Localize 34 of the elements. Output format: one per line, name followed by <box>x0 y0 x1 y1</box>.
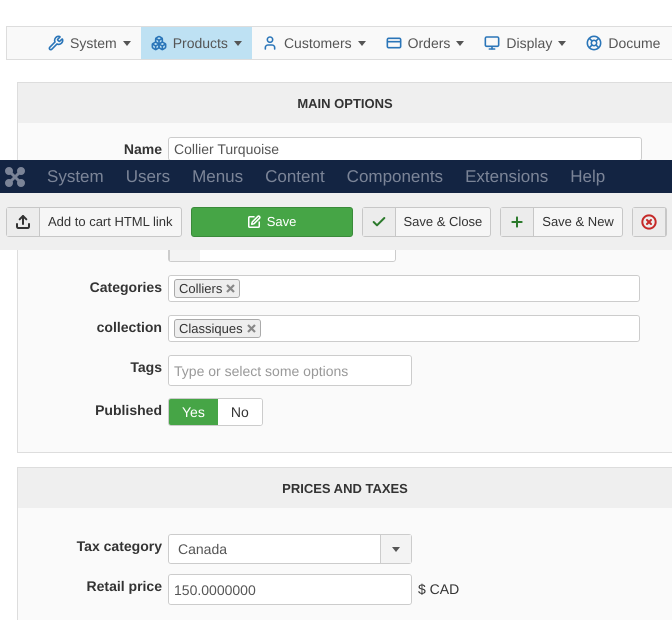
toolbar-button[interactable]: Add to cart HTML link <box>6 206 182 236</box>
field-label: Tags <box>129 358 162 375</box>
menu-item[interactable]: Display <box>474 27 576 59</box>
admin-menu-item[interactable]: Content <box>265 166 325 186</box>
tag-chip: Colliers <box>174 279 240 298</box>
admin-menu-item[interactable]: Components <box>346 166 444 186</box>
admin-menu-item[interactable]: Help <box>570 166 606 186</box>
select-field[interactable]: Canada <box>168 534 412 564</box>
field-label: Published <box>94 401 162 418</box>
panel-title: MAIN OPTIONS <box>18 83 672 123</box>
tag-chip: Classiques <box>174 319 261 338</box>
text-field[interactable]: Collier Turquoise <box>168 137 642 161</box>
menu-item[interactable]: Orders <box>376 27 474 59</box>
toggle-option[interactable]: No <box>218 399 262 425</box>
admin-menu-item[interactable]: Menus <box>192 166 244 186</box>
admin-menu-item[interactable]: System <box>47 166 104 186</box>
toolbar-button[interactable]: Save & New <box>500 206 623 236</box>
field-label: Tax category <box>76 537 162 554</box>
menu-item[interactable]: Docume <box>576 27 670 59</box>
menu-item[interactable]: Customers <box>252 27 376 59</box>
admin-menu-item[interactable]: Extensions <box>465 166 548 186</box>
field-label: Name <box>122 140 162 157</box>
field-label: collection <box>96 318 162 335</box>
menu-item[interactable]: System <box>38 27 141 59</box>
currency-suffix: $ CAD <box>418 580 460 597</box>
tags-field[interactable]: Colliers <box>168 275 640 302</box>
panel-title: PRICES AND TAXES <box>18 468 672 508</box>
text-field[interactable]: 150.0000000 <box>168 574 412 605</box>
menu-item[interactable]: Products <box>140 27 252 59</box>
admin-menu-item[interactable]: Users <box>126 166 170 186</box>
field-label: Categories <box>88 278 162 295</box>
field-label: Retail price <box>86 577 162 594</box>
toolbar-button[interactable]: Save & Close <box>362 206 492 236</box>
tags-field[interactable]: Classiques <box>168 315 640 342</box>
